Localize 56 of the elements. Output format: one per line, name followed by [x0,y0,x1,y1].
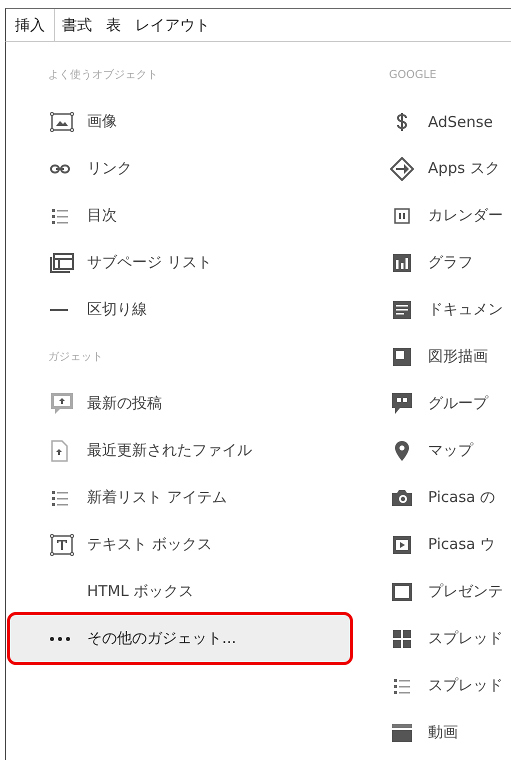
dollar-icon [396,112,408,130]
clapper-icon [392,724,412,742]
menu-item[interactable]: 最新の投稿 [10,380,350,427]
section-heading: よく使うオブジェクト [48,67,158,82]
menu-item[interactable]: 動画 [381,709,511,756]
menu-item[interactable]: テキスト ボックス [10,521,350,568]
menu-item[interactable]: サブページ リスト [10,239,350,286]
menu-item[interactable]: グラフ [381,239,511,286]
menu-tab[interactable]: レイアウト [128,9,217,41]
bar-chart-icon [393,254,411,272]
menu-item[interactable]: カレンダー [381,192,511,239]
file-icon [50,440,68,462]
list-icon [50,488,70,506]
camera-icon [392,490,412,506]
line-icon [50,308,68,312]
section-heading: GOOGLE [389,68,436,81]
drawing-icon [393,348,411,366]
menu-item[interactable]: 最近更新されたファイル [10,427,350,474]
menu-item[interactable]: 区切り線 [10,286,350,333]
link-icon [50,164,70,174]
menu-item[interactable]: スプレッド [381,662,511,709]
quote-icon [392,392,412,414]
menu-tab[interactable]: 表 [99,9,128,41]
image-icon [50,112,74,132]
menu-item[interactable]: HTML ボックス [10,568,350,615]
menu-item[interactable]: Picasa の [381,474,511,521]
menu-item[interactable]: Apps スク [381,145,511,192]
menu-item[interactable]: 図形描画 [381,333,511,380]
menu-item[interactable]: AdSense [381,98,511,145]
section-heading: ガジェット [48,349,103,364]
post-icon [50,392,74,416]
menu-item[interactable]: その他のガジェット... [10,615,350,662]
menu-item[interactable]: マップ [381,427,511,474]
more-icon [50,636,70,640]
menu-item[interactable]: 画像 [10,98,350,145]
diamond-icon [390,156,414,180]
slide-icon [392,582,412,600]
list-icon [50,206,70,224]
text-box-icon [50,534,74,556]
list-icon [392,676,412,694]
menu-item[interactable]: ドキュメン [381,286,511,333]
menu-item[interactable]: Picasa ウ [381,521,511,568]
document-icon [393,300,411,318]
menu-tab[interactable]: 挿入 [6,9,55,41]
menu-item[interactable]: リンク [10,145,350,192]
pin-icon [395,440,409,460]
grid-icon [393,630,411,648]
menu-item[interactable]: 目次 [10,192,350,239]
menu-tab[interactable]: 書式 [55,9,99,41]
video-icon [393,536,411,554]
menu-item[interactable]: プレゼンテ [381,568,511,615]
menu-item[interactable]: 新着リスト アイテム [10,474,350,521]
menu-item[interactable]: グループ [381,380,511,427]
menu-item[interactable]: スプレッド [381,615,511,662]
calendar-icon [394,208,410,224]
subpage-icon [50,252,74,272]
